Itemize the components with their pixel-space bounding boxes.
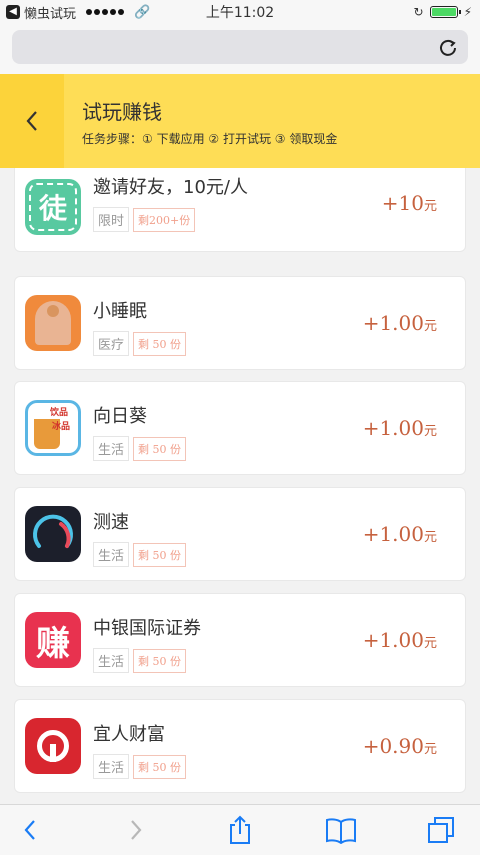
task-name: 测速 bbox=[93, 512, 129, 533]
chevron-left-icon bbox=[24, 820, 35, 840]
tabs-button[interactable] bbox=[425, 815, 457, 845]
sleep-app-icon bbox=[25, 295, 81, 351]
back-to-app-icon[interactable]: ◀ bbox=[6, 5, 20, 19]
browser-back-button[interactable] bbox=[14, 815, 46, 845]
share-icon bbox=[230, 815, 250, 844]
task-remaining: 剩200+份 bbox=[133, 208, 196, 232]
browser-forward-button[interactable] bbox=[120, 815, 152, 845]
page-header: 试玩赚钱 任务步骤：① 下载应用 ② 打开试玩 ③ 领取现金 bbox=[0, 74, 480, 168]
task-category: 生活 bbox=[93, 542, 130, 567]
reward-unit: 元 bbox=[423, 199, 437, 214]
task-category: 限时 bbox=[93, 207, 130, 232]
task-steps: 任务步骤：① 下载应用 ② 打开试玩 ③ 领取现金 bbox=[82, 132, 338, 146]
invite-icon-glyph: 徒 bbox=[38, 192, 67, 225]
reward-unit: 元 bbox=[423, 636, 437, 651]
back-button[interactable] bbox=[0, 74, 64, 168]
task-reward: +1.00元 bbox=[363, 416, 437, 440]
task-card[interactable]: 宜人财富 生活 剩 50 份 +0.90元 bbox=[14, 699, 466, 793]
task-name: 向日葵 bbox=[93, 406, 147, 427]
task-card[interactable]: 赚 中银国际证券 生活 剩 50 份 +1.00元 bbox=[14, 593, 466, 687]
back-app-label[interactable]: 懒虫试玩 bbox=[24, 3, 76, 22]
speedometer-icon bbox=[25, 506, 81, 562]
task-remaining: 剩 50 份 bbox=[133, 332, 186, 356]
reload-icon[interactable] bbox=[438, 37, 458, 57]
drink-icon-text-2: 冰品 bbox=[52, 422, 71, 432]
task-card[interactable]: 小睡眠 医疗 剩 50 份 +1.00元 bbox=[14, 276, 466, 370]
reward-value: +1.00 bbox=[362, 628, 424, 652]
book-icon bbox=[326, 818, 356, 844]
page-title: 试玩赚钱 bbox=[82, 100, 162, 124]
status-left[interactable]: ◀ 懒虫试玩 🔗 bbox=[6, 3, 150, 22]
url-field[interactable] bbox=[12, 30, 468, 64]
status-bar: ◀ 懒虫试玩 🔗 上午11:02 ↻ ⚡ bbox=[0, 0, 480, 24]
task-name: 中银国际证券 bbox=[93, 618, 201, 639]
task-category: 医疗 bbox=[93, 331, 130, 356]
task-card[interactable]: 测速 生活 剩 50 份 +1.00元 bbox=[14, 487, 466, 581]
tabs-icon bbox=[428, 817, 454, 843]
task-reward: +1.00元 bbox=[363, 522, 437, 546]
signal-strength-icon bbox=[86, 9, 125, 15]
task-remaining: 剩 50 份 bbox=[133, 437, 186, 461]
task-category: 生活 bbox=[93, 754, 130, 779]
speedometer-gauge bbox=[33, 514, 73, 548]
status-time: 上午11:02 bbox=[205, 5, 275, 21]
drink-app-icon: 饮品 冰品 bbox=[25, 400, 81, 456]
task-name: 小睡眠 bbox=[93, 301, 147, 322]
invite-tu-icon: 徒 bbox=[25, 179, 81, 235]
share-button[interactable] bbox=[224, 815, 256, 845]
task-name: 邀请好友，10元/人 bbox=[93, 177, 248, 198]
drink-icon-text-1: 饮品 bbox=[50, 408, 69, 418]
task-remaining: 剩 50 份 bbox=[133, 543, 186, 567]
task-remaining: 剩 50 份 bbox=[133, 649, 186, 673]
chevron-left-icon bbox=[26, 111, 37, 131]
reward-value: +0.90 bbox=[362, 734, 424, 758]
link-icon: 🔗 bbox=[134, 4, 151, 20]
task-category: 生活 bbox=[93, 436, 130, 461]
status-right: ↻ ⚡ bbox=[414, 5, 473, 19]
charging-icon: ⚡ bbox=[463, 5, 472, 19]
reward-unit: 元 bbox=[423, 742, 437, 757]
task-category: 生活 bbox=[93, 648, 130, 673]
task-reward: +10元 bbox=[382, 191, 437, 215]
reward-value: +1.00 bbox=[362, 311, 424, 335]
chevron-right-icon bbox=[131, 820, 142, 840]
task-card-invite[interactable]: 徒 邀请好友，10元/人 限时 剩200+份 +10元 bbox=[14, 168, 466, 252]
task-remaining: 剩 50 份 bbox=[133, 755, 186, 779]
yiren-app-icon bbox=[25, 718, 81, 774]
battery-icon bbox=[429, 6, 461, 18]
browser-toolbar bbox=[0, 804, 480, 855]
browser-address-bar bbox=[0, 24, 480, 74]
reward-value: +10 bbox=[381, 191, 424, 215]
reward-value: +1.00 bbox=[362, 416, 424, 440]
task-list[interactable]: 徒 邀请好友，10元/人 限时 剩200+份 +10元 小睡眠 医疗 剩 50 … bbox=[0, 168, 480, 804]
zhuan-app-icon: 赚 bbox=[25, 612, 81, 668]
bookmarks-button[interactable] bbox=[325, 815, 357, 845]
reward-unit: 元 bbox=[423, 424, 437, 439]
zhuan-icon-glyph: 赚 bbox=[36, 623, 70, 664]
task-card[interactable]: 饮品 冰品 向日葵 生活 剩 50 份 +1.00元 bbox=[14, 381, 466, 475]
task-reward: +1.00元 bbox=[363, 628, 437, 652]
reward-unit: 元 bbox=[423, 319, 437, 334]
task-name: 宜人财富 bbox=[93, 724, 165, 745]
task-reward: +1.00元 bbox=[363, 311, 437, 335]
orientation-lock-icon: ↻ bbox=[413, 5, 424, 19]
task-reward: +0.90元 bbox=[363, 734, 437, 758]
reward-value: +1.00 bbox=[362, 522, 424, 546]
reward-unit: 元 bbox=[423, 530, 437, 545]
